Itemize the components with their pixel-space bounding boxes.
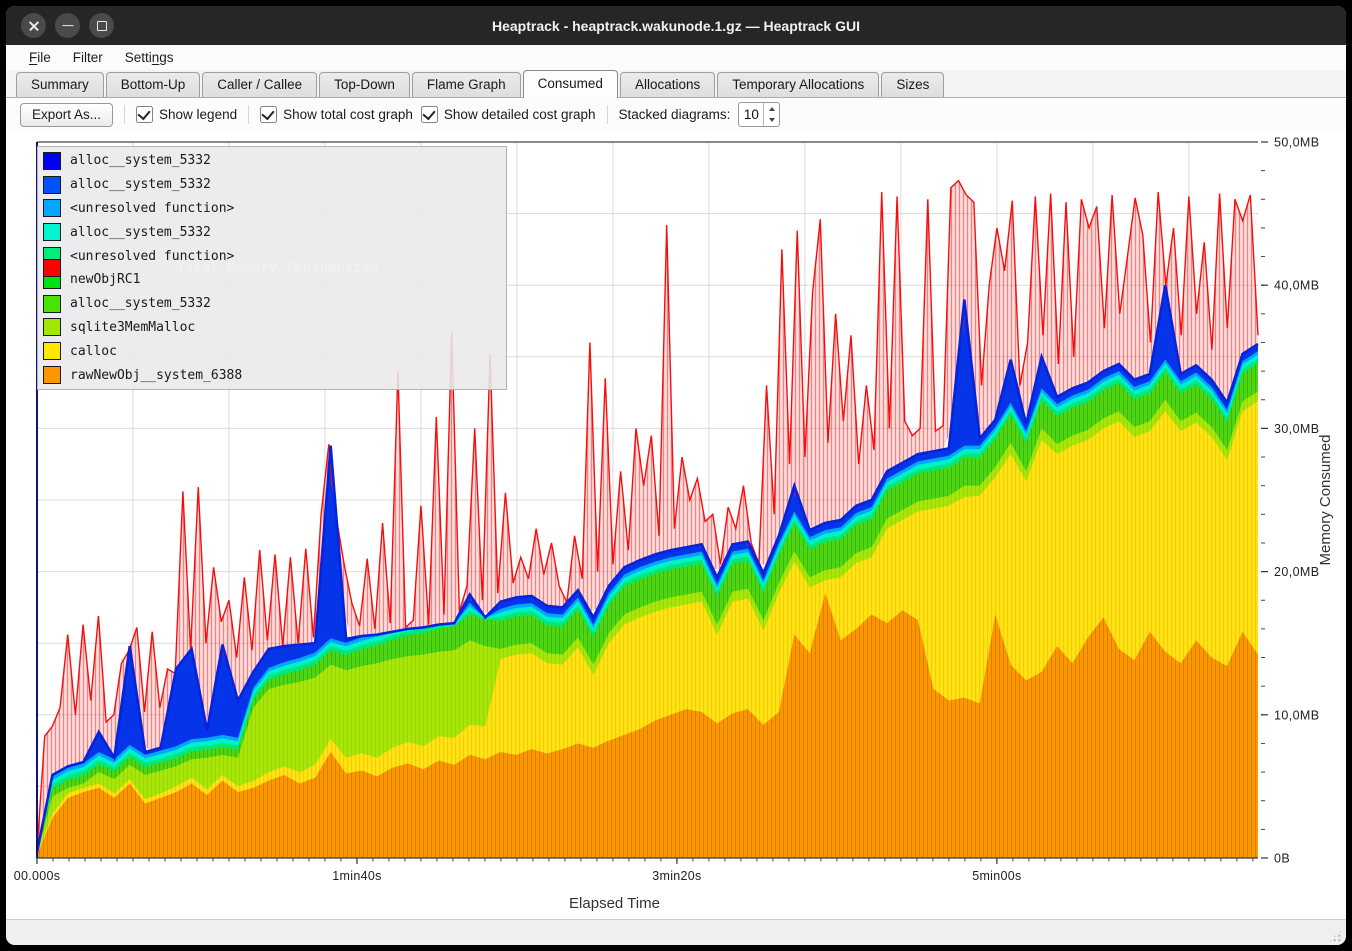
legend-entry: rawNewObj__system_6388 [38,365,506,385]
minimize-icon[interactable] [55,13,80,38]
legend-entry: <unresolved function> [38,198,506,218]
legend-label: calloc [70,344,117,359]
export-as-button[interactable]: Export As... [20,103,113,127]
tab-flame-graph[interactable]: Flame Graph [412,72,521,97]
tab-consumed[interactable]: Consumed [523,70,618,98]
stacked-diagrams-label: Stacked diagrams: [619,107,731,122]
legend-entry: calloc [38,341,506,361]
legend-swatch-icon [43,318,61,336]
tab-summary[interactable]: Summary [16,72,104,97]
legend-label: <unresolved function> [70,201,234,216]
tab-top-down[interactable]: Top-Down [319,72,410,97]
toolbar-separator [124,105,125,124]
legend-swatch-icon [43,176,61,194]
legend-entry: alloc__system_5332 [38,222,506,242]
toolbar-separator [607,105,608,124]
legend-swatch-icon [43,152,61,170]
legend-label: rawNewObj__system_6388 [70,368,242,383]
menu-file[interactable]: File [18,48,62,67]
legend-swatch-icon [43,199,61,217]
x-tick-label: 1min40s [332,869,381,883]
y-tick-label: 20,0MB [1274,565,1319,579]
checkbox-icon[interactable] [260,106,277,123]
legend-label: alloc__system_5332 [70,225,211,240]
checkbox-label: Show total cost graph [283,107,413,122]
y-tick-label: 40,0MB [1274,279,1319,293]
memory-chart-canvas[interactable]: 00.000s 1min40s 3min20s 5min00s 0B 10,0MB 20,0… [6,131,1346,919]
menu-filter[interactable]: Filter [62,48,114,67]
resize-grip-icon[interactable] [1328,929,1342,943]
x-tick-label: 3min20s [652,869,701,883]
menu-settings[interactable]: Settings [114,48,185,67]
legend-label: alloc__system_5332 [70,153,211,168]
checkbox-show-detailed-cost-graph[interactable]: Show detailed cost graph [421,106,596,123]
close-icon[interactable] [21,13,46,38]
status-bar [6,919,1346,945]
tab-bar: SummaryBottom-UpCaller / CalleeTop-DownF… [6,70,1346,98]
y-axis-title: Memory Consumed [1317,435,1334,566]
legend-title-row: Total Memory Consumption [38,258,506,278]
tab-sizes[interactable]: Sizes [881,72,944,97]
legend-entry: sqlite3MemMalloc [38,317,506,337]
legend-entry: alloc__system_5332 [38,175,506,195]
spin-down-icon[interactable] [764,115,779,127]
spin-up-icon[interactable] [764,103,779,115]
stacked-diagrams-stepper[interactable]: 10 [738,102,780,127]
menubar: FileFilterSettings [6,45,1346,70]
y-tick-label: 30,0MB [1274,422,1319,436]
maximize-icon[interactable] [89,13,114,38]
app-window: Heaptrack - heaptrack.wakunode.1.gz — He… [6,6,1346,945]
legend-swatch-icon [43,259,61,277]
checkbox-show-legend[interactable]: Show legend [136,106,237,123]
chart-legend: Total Memory Consumption alloc__system_53… [37,146,507,390]
window-title: Heaptrack - heaptrack.wakunode.1.gz — He… [6,18,1346,34]
legend-label: alloc__system_5332 [70,296,211,311]
legend-swatch-icon [43,366,61,384]
tab-bottom-up[interactable]: Bottom-Up [106,72,201,97]
x-tick-label: 00.000s [14,869,61,883]
checkbox-label: Show detailed cost graph [444,107,596,122]
legend-entry: alloc__system_5332 [38,151,506,171]
toolbar: Export As... Show legend Show total cost … [6,98,1346,131]
legend-entry: alloc__system_5332 [38,294,506,314]
stacked-diagrams-value: 10 [739,103,763,126]
tab-allocations[interactable]: Allocations [620,72,715,97]
y-tick-label: 10,0MB [1274,708,1319,722]
checkbox-icon[interactable] [136,106,153,123]
legend-swatch-icon [43,223,61,241]
y-tick-label: 50,0MB [1274,136,1319,150]
title-bar[interactable]: Heaptrack - heaptrack.wakunode.1.gz — He… [6,6,1346,45]
tab-caller-callee[interactable]: Caller / Callee [202,72,317,97]
x-axis-title: Elapsed Time [569,895,660,912]
checkbox-label: Show legend [159,107,237,122]
legend-label: sqlite3MemMalloc [70,320,195,335]
x-tick-label: 5min00s [972,869,1021,883]
legend-swatch-icon [43,295,61,313]
checkbox-icon[interactable] [421,106,438,123]
tab-temporary-allocations[interactable]: Temporary Allocations [717,72,879,97]
checkbox-show-total-cost-graph[interactable]: Show total cost graph [260,106,413,123]
legend-swatch-icon [43,342,61,360]
legend-label: alloc__system_5332 [70,177,211,192]
legend-label: Total Memory Consumption [70,260,485,276]
y-tick-label: 0B [1274,852,1290,866]
